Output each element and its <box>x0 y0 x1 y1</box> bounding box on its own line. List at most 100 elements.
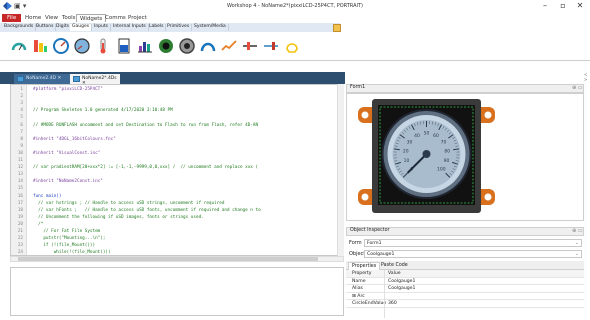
window-title: Workshop 4 - NoName2*(pixxiLCD-25P4CT, P… <box>227 3 363 9</box>
gauge-tick-label: 60 <box>433 133 439 139</box>
line-number: 1 <box>20 87 23 92</box>
tab-properties[interactable]: Properties <box>348 262 381 270</box>
line-number: 19 <box>17 214 23 220</box>
arc-meter-icon[interactable] <box>199 37 217 55</box>
gauge-tick-label: 100 <box>437 166 446 172</box>
tab-gauges[interactable]: Gauges <box>70 24 93 31</box>
line-number: 10 <box>17 150 23 156</box>
tab-primitives[interactable]: Primitives <box>165 24 193 31</box>
maximize-button[interactable]: ▫ <box>556 1 570 10</box>
tank-icon[interactable] <box>115 37 133 55</box>
trend-icon[interactable] <box>262 37 280 55</box>
gauge-tick-label: 40 <box>414 133 420 139</box>
line-number: 3 <box>20 101 23 107</box>
gauge-tick-label: 90 <box>444 158 450 164</box>
tab-internal-inputs[interactable]: Internal Inputs <box>111 24 149 31</box>
code-line: #inherit "NoName2Const.inc" <box>33 179 103 185</box>
pin-icon[interactable]: ⊕ ▭ <box>572 228 583 234</box>
code-line: // var hstrings ; // Handle to access uS… <box>33 200 225 206</box>
table-row[interactable]: Name Coolgauge1 <box>346 278 584 285</box>
tab-backgrounds[interactable]: Backgrounds <box>2 24 37 31</box>
slider-icon[interactable] <box>241 37 259 55</box>
title-bar: ▣ ▾ Workshop 4 - NoName2*(pixxiLCD-25P4C… <box>0 0 590 13</box>
thermometer-icon[interactable] <box>94 37 112 55</box>
gauge-icon[interactable] <box>10 37 28 55</box>
property-column-header: Property <box>352 271 372 276</box>
knob-icon[interactable] <box>157 37 175 55</box>
bar-chart-icon[interactable] <box>136 37 154 55</box>
line-number: 12 <box>17 165 23 171</box>
gauge-tick-label: 30 <box>407 139 413 145</box>
line-number: 21 <box>17 229 23 234</box>
menu-home[interactable]: Home <box>22 14 44 22</box>
inspector-title: Object Inspector <box>350 228 390 233</box>
editor-scroll-thumb[interactable] <box>18 257 318 261</box>
bar-meter-icon[interactable] <box>31 37 49 55</box>
line-number: 17 <box>17 200 23 206</box>
dial-icon[interactable] <box>178 37 196 55</box>
code-line: #platform "pixxiLCD-25P4CT" <box>33 87 103 92</box>
code-line: /* <box>33 221 44 227</box>
table-row[interactable]: Alias Coolgauge1 <box>346 285 584 293</box>
form-select-value: Form1 <box>367 241 382 246</box>
line-number: 11 <box>17 158 23 163</box>
minimize-button[interactable]: – <box>538 1 552 10</box>
gauge-tick-label: 20 <box>403 148 409 154</box>
line-number: 15 <box>17 186 23 192</box>
table-row[interactable]: CircleEndValue 360 <box>346 300 584 308</box>
menu-file[interactable]: File <box>2 14 22 22</box>
line-number: 24 <box>17 250 23 256</box>
ribbon-options-icon[interactable] <box>333 24 341 32</box>
object-select-value: Coolgauge1 <box>367 252 395 257</box>
line-number: 2 <box>20 94 23 100</box>
line-number: 4 <box>20 108 23 114</box>
form-select-label: Form <box>349 240 362 246</box>
property-value: Coolgauge1 <box>388 286 416 291</box>
tab-noname2-4d[interactable]: NoName2.4D ✕ <box>14 74 70 84</box>
code-line: // #MODE RUNFLASH uncomment and set Dest… <box>33 122 259 128</box>
close-button[interactable]: ✕ <box>573 1 587 10</box>
gauge-hub <box>422 150 431 158</box>
lamp-icon[interactable] <box>283 37 301 55</box>
tab-noname2-4ds[interactable]: NoName2*.4Ds ✕ <box>70 74 120 86</box>
code-line: // Uncomment the following if uSD images… <box>33 214 204 220</box>
file-icon <box>73 76 80 82</box>
property-value: 360 <box>388 301 397 306</box>
scope-icon[interactable] <box>220 37 238 55</box>
code-line: // var pradientRAM[20+xxx*2] := [-1,-1,-… <box>33 165 259 171</box>
line-number-gutter: 1 2 3 4 5 6 7 8 9 10 11 12 13 14 15 16 17 18 19 20 21 22 23 24 <box>11 85 27 255</box>
value-column-header: Value <box>388 271 401 276</box>
line-number: 6 <box>20 122 23 128</box>
object-select[interactable]: Coolgauge1 ⌄ <box>364 250 582 258</box>
property-name: Name <box>352 278 366 284</box>
code-editor[interactable]: 1 2 3 4 5 6 7 8 9 10 11 12 13 14 15 16 17 18 19 20 21 22 23 24 … <box>10 84 344 256</box>
column-divider <box>384 270 385 318</box>
code-line: #inherit "4DGL_16bitColours.fnc" <box>33 136 116 142</box>
angular-meter-icon[interactable] <box>52 37 70 55</box>
editor-vertical-scrollbar[interactable] <box>337 84 344 256</box>
tab-system-media[interactable]: System/Media <box>192 24 229 31</box>
display-module-preview[interactable]: 0102030405060708090100 <box>358 99 495 215</box>
coolgauge-icon[interactable] <box>73 37 91 55</box>
code-line: // var hFonts ; // Handle to access uSD … <box>33 207 261 213</box>
line-number: 22 <box>17 236 23 242</box>
line-number: 8 <box>20 136 23 142</box>
form-panel-title: Form1 <box>350 85 366 90</box>
code-line: while(!(file_Mount())) <box>33 250 111 256</box>
object-select-label: Object <box>349 251 366 257</box>
property-table: Property Value Name Coolgauge1 Alias Coo… <box>346 270 584 318</box>
tab-labels[interactable]: Labels <box>147 24 167 31</box>
tab-paste-code[interactable]: Paste Code <box>378 262 411 270</box>
form-select[interactable]: Form1 ⌄ <box>364 239 582 247</box>
property-name: Alias <box>352 286 363 291</box>
tab-inputs[interactable]: Inputs <box>92 24 111 31</box>
menu-project[interactable]: Project <box>125 14 150 22</box>
document-tab-bar: NoName2.4D ✕ NoName2*.4Ds ✕ <box>0 72 345 86</box>
pin-icon[interactable]: ⊕ ▭ <box>572 85 583 91</box>
line-number: 23 <box>17 243 23 249</box>
coolgauge-widget[interactable]: 0102030405060708090100 <box>381 109 472 199</box>
gauge-tick-label: 50 <box>424 131 430 137</box>
panel-scroll-arrows[interactable]: < > <box>584 72 590 82</box>
table-row[interactable]: ⊞ Arc <box>346 293 584 300</box>
output-panel <box>10 267 344 316</box>
